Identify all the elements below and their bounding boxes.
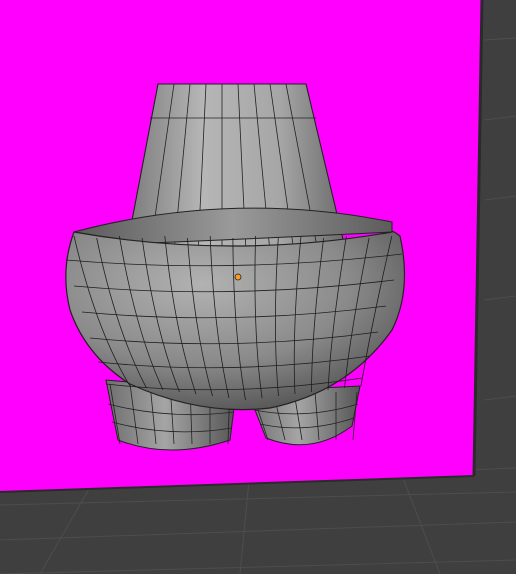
viewport-canvas[interactable] [0, 0, 516, 574]
3d-viewport[interactable] [0, 0, 516, 574]
object-origin-point[interactable] [234, 273, 242, 281]
